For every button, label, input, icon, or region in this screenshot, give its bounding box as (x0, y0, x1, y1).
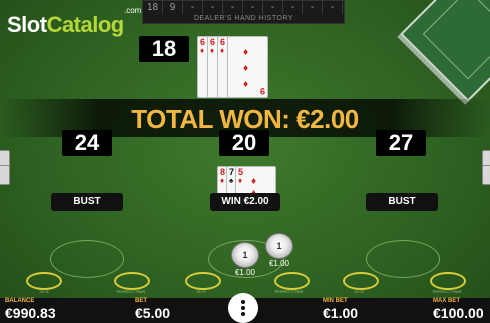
history-cell: - (223, 1, 243, 14)
logo-com-text: .com (124, 6, 142, 15)
history-cell: - (183, 1, 203, 14)
side-bet-perfect-pair-center[interactable] (274, 272, 310, 290)
hand-status-left: BUST (51, 193, 123, 211)
menu-dot (241, 300, 245, 304)
bet-spot-left[interactable] (50, 240, 124, 278)
hand-score-center: 20 (219, 130, 269, 156)
diamond-icon: ♦ (210, 46, 215, 55)
min-bet-label: MIN BET (323, 298, 348, 304)
history-title: DEALER'S HAND HISTORY (193, 15, 294, 22)
history-cell: - (243, 1, 263, 14)
diamond-icon: ♦ (238, 176, 243, 185)
menu-dot (241, 306, 245, 310)
side-bet-label: 21+3 (39, 289, 49, 294)
side-bet-perfect-pair-left[interactable] (114, 272, 150, 290)
diamond-icon: ♦ (220, 176, 225, 185)
right-edge-chip-stack (482, 165, 490, 185)
chip-value: 1 (242, 250, 248, 260)
logo-slot-text: Slot (7, 12, 47, 37)
max-bet-label: MAX BET (433, 298, 460, 304)
diamond-icon: ♦ (200, 46, 205, 55)
side-bet-21plus3-right[interactable] (343, 272, 379, 290)
dealer-card: ♦ ♦ ♦ 9 (227, 36, 268, 98)
diamond-icon: ♦ (220, 46, 225, 55)
card-rank: 9 (259, 86, 265, 96)
bet-value: €5.00 (135, 305, 171, 321)
history-cell: 9 (163, 1, 183, 14)
side-bet-label: 21+3 (196, 289, 206, 294)
logo-catalog-text: Catalog (46, 12, 125, 37)
diamond-icon: ♦ (243, 47, 249, 58)
history-cell: - (323, 1, 343, 14)
blackjack-table: 18 9 - - - - - - - - DEALER'S HAND HISTO… (0, 0, 490, 323)
chip-amount: €1.00 (234, 268, 256, 277)
history-cell: - (283, 1, 303, 14)
dealer-hand-history: 18 9 - - - - - - - - DEALER'S HAND HISTO… (142, 0, 345, 24)
history-cell: - (263, 1, 283, 14)
side-bet-label: 21+3 (354, 289, 364, 294)
chip: 1 (265, 233, 293, 259)
deck-border (422, 0, 490, 80)
history-cell: - (203, 1, 223, 14)
chip-value: 1 (276, 241, 282, 251)
chip-amount: €1.00 (268, 259, 290, 268)
history-cell: - (303, 1, 323, 14)
balance-value: €990.83 (5, 305, 56, 321)
hand-score-left: 24 (62, 130, 112, 156)
hand-status-right: BUST (366, 193, 438, 211)
hand-status-center: WIN €2.00 (210, 193, 280, 211)
card-deck (400, 0, 490, 102)
history-cell: 18 (143, 1, 163, 14)
side-bet-label: PERFECT PAIR (116, 289, 146, 294)
side-bet-21plus3-center[interactable] (185, 272, 221, 290)
bet-spot-right[interactable] (366, 240, 440, 278)
side-bet-label: PERFECT PAIR (432, 289, 462, 294)
diamond-icon: ♦ (243, 63, 249, 74)
dealer-score: 18 (139, 36, 189, 62)
max-bet-value: €100.00 (433, 305, 484, 321)
side-bet-21plus3-left[interactable] (26, 272, 62, 290)
hand-score-right: 27 (376, 130, 426, 156)
slotcatalog-logo: SlotCatalog (7, 12, 124, 38)
side-bet-perfect-pair-right[interactable] (430, 272, 466, 290)
balance-label: BALANCE (5, 298, 35, 304)
diamond-icon: ♦ (243, 79, 249, 90)
bet-label: BET (135, 298, 147, 304)
menu-button[interactable] (228, 293, 258, 323)
left-edge-chip-stack (0, 165, 10, 185)
diamond-icon: ♦ (251, 176, 257, 187)
side-bet-label: PERFECT PAIR (274, 289, 304, 294)
chip: 1 (231, 242, 259, 268)
menu-dot (241, 312, 245, 316)
min-bet-value: €1.00 (323, 305, 359, 321)
spade-icon: ♠ (229, 176, 234, 185)
